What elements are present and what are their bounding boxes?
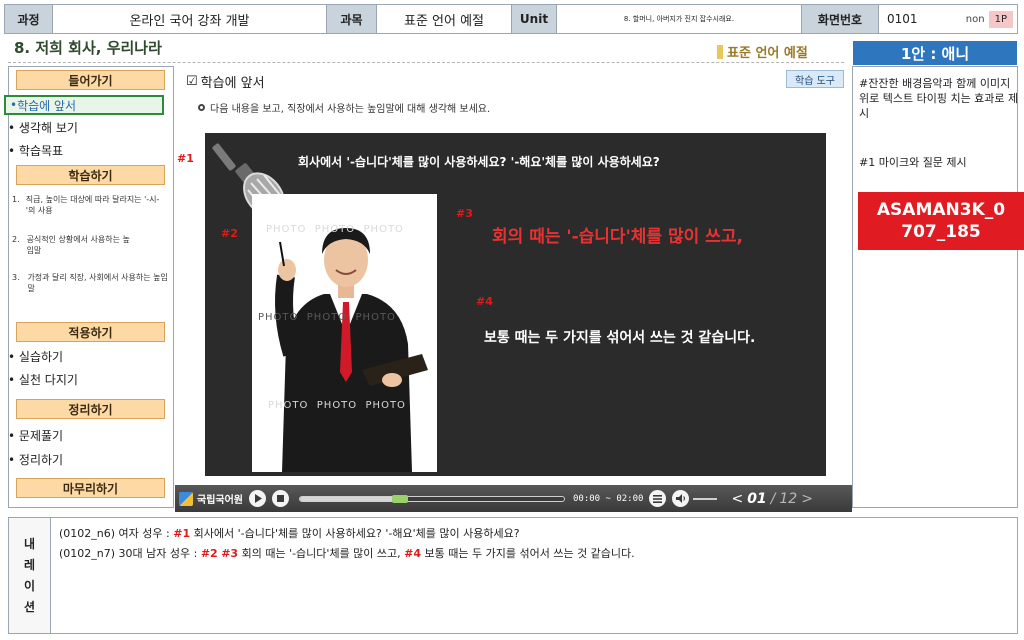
section-heading-label: 학습에 앞서	[200, 76, 265, 91]
item-number: 1.	[12, 195, 20, 204]
brand-logo: 국립국어원	[179, 491, 243, 506]
page-navigator: < 01 / 12 >	[731, 490, 813, 507]
narration-label: 내 레 이 션	[9, 518, 51, 633]
scene-marker-1: #1	[177, 152, 194, 165]
scene-marker-2: #2	[221, 227, 238, 240]
progress-bar[interactable]	[299, 494, 565, 503]
menu-button[interactable]	[649, 490, 667, 507]
watermark-photo: PHOTO PHOTO PHOTO	[258, 312, 396, 323]
menu-item-label: 학습에 앞서	[17, 98, 77, 113]
instruction: 다음 내용을 보고, 직장에서 사용하는 높임말에 대해 생각해 보세요.	[198, 100, 490, 115]
businessman-photo	[252, 194, 437, 472]
bullet-icon	[198, 104, 205, 111]
narration-text: (0102_n6) 여자 성우 : #1 회사에서 '-습니다'체를 많이 사용…	[51, 518, 643, 633]
prev-page-icon[interactable]: <	[731, 491, 743, 507]
scene-marker-4: #4	[476, 295, 493, 308]
note-1: #잔잔한 배경음악과 함께 이미지 위로 텍스트 타이핑 치는 효과로 제시	[859, 77, 1019, 120]
time-display: 00:00 ~ 02:00	[573, 493, 644, 504]
narration-box: 내 레 이 션 (0102_n6) 여자 성우 : #1 회사에서 '-습니다'…	[8, 517, 1018, 634]
media-player-bar: 국립국어원 00:00 ~ 02:00 < 01 / 12 >	[175, 485, 852, 512]
menu-item-learn-1[interactable]: 1. 직급, 높이는 대상에 따라 달라지는 '-시-'의 사용	[12, 194, 164, 216]
unit-label: Unit	[512, 5, 557, 33]
item-number: 3.	[12, 273, 20, 282]
course-label: 과정	[5, 5, 53, 33]
question-caption: 회사에서 '-습니다'체를 많이 사용하세요? '-해요'체를 많이 사용하세요…	[298, 155, 660, 169]
screen-label: 화면번호	[802, 5, 879, 33]
menu-section-closing[interactable]: 마무리하기	[16, 478, 165, 498]
unit-value: 8. 할머니, 아버지가 진지 잡수시래요.	[557, 5, 802, 33]
menu-item-label: 정리하기	[18, 453, 64, 467]
menu-item-label: 실천 다지기	[18, 373, 78, 387]
subject-label: 과목	[327, 5, 377, 33]
menu-item-summary[interactable]: • 정리하기	[8, 451, 63, 468]
menu-item-label: 문제풀기	[18, 429, 64, 443]
menu-item-learn-2[interactable]: 2. 공식적인 상황에서 사용하는 높임말	[12, 234, 134, 256]
notes-panel	[852, 66, 1018, 508]
instruction-text: 다음 내용을 보고, 직장에서 사용하는 높임말에 대해 생각해 보세요.	[210, 104, 491, 115]
menu-section-apply[interactable]: 적용하기	[16, 322, 165, 342]
menu-item-label: 생각해 보기	[18, 121, 78, 135]
businessman-illustration	[275, 228, 428, 472]
screen-number: 0101	[887, 12, 918, 26]
course-value: 온라인 국어 강좌 개발	[53, 5, 327, 33]
stop-icon	[277, 495, 284, 502]
page-title: 8. 저희 회사, 우리나라	[14, 39, 162, 57]
menu-item-reinforce[interactable]: • 실천 다지기	[8, 371, 78, 388]
note-2: #1 마이크와 질문 제시	[859, 156, 967, 169]
menu-item-label: 학습목표	[18, 144, 64, 158]
section-heading: ☑ 학습에 앞서	[186, 72, 265, 91]
play-button[interactable]	[249, 490, 266, 507]
current-page: 01	[747, 490, 767, 507]
title-divider	[8, 62, 844, 63]
volume-slider[interactable]	[693, 497, 718, 500]
brand-label: 국립국어원	[197, 495, 243, 506]
menu-section-learn[interactable]: 학습하기	[16, 165, 165, 185]
plan-title: 1안 : 애니	[853, 41, 1017, 65]
menu-section-summary[interactable]: 정리하기	[16, 399, 165, 419]
study-tools-button[interactable]: 학습 도구	[786, 70, 844, 88]
play-icon	[254, 494, 262, 503]
brand-logo-icon	[179, 491, 193, 506]
volume-button[interactable]	[672, 490, 690, 507]
info-bar: 과정 온라인 국어 강좌 개발 과목 표준 언어 예절 Unit 8. 할머니,…	[4, 4, 1018, 34]
tag-bar-icon	[717, 44, 723, 59]
scene-marker-3: #3	[456, 207, 473, 220]
page-badge: 1P	[988, 10, 1013, 28]
total-pages: 12	[779, 490, 798, 507]
progress-handle[interactable]	[392, 494, 409, 503]
answer-line-white: 보통 때는 두 가지를 섞어서 쓰는 것 같습니다.	[484, 330, 756, 346]
menu-item-quiz[interactable]: • 문제풀기	[8, 427, 63, 444]
subject-tag-label: 표준 언어 예절	[727, 46, 808, 61]
answer-line-red: 회의 때는 '-습니다'체를 많이 쓰고,	[492, 227, 743, 247]
subject-value: 표준 언어 예절	[377, 5, 512, 33]
watermark-photo: PHOTO PHOTO PHOTO	[268, 400, 406, 411]
next-page-icon[interactable]: >	[801, 491, 813, 507]
subject-tag: 표준 언어 예절	[717, 42, 808, 61]
menu-item-label: 가정과 달리 직장, 사회에서 사용하는 높임말	[27, 273, 168, 293]
id-stamp: ASAMAN3K_0707_185	[858, 192, 1024, 250]
non-label: non	[965, 13, 985, 25]
stop-button[interactable]	[272, 490, 289, 507]
progress-fill	[300, 496, 401, 501]
item-number: 2.	[12, 235, 20, 244]
menu-item-learn-3[interactable]: 3. 가정과 달리 직장, 사회에서 사용하는 높임말	[12, 272, 170, 294]
speaker-icon	[675, 494, 685, 503]
watermark-photo: PHOTO PHOTO PHOTO	[266, 224, 404, 235]
menu-item-practice[interactable]: • 실습하기	[8, 348, 63, 365]
narration-line-1: (0102_n6) 여자 성우 : #1 회사에서 '-습니다'체를 많이 사용…	[59, 527, 520, 540]
menu-item-goals[interactable]: • 학습목표	[8, 142, 63, 159]
menu-item-label: 공식적인 상황에서 사용하는 높임말	[26, 235, 130, 255]
menu-item-label: 직급, 높이는 대상에 따라 달라지는 '-시-'의 사용	[25, 195, 160, 215]
list-icon	[653, 494, 663, 503]
menu-item-think[interactable]: • 생각해 보기	[8, 119, 78, 136]
menu-item-label: 실습하기	[18, 350, 64, 364]
narration-line-2: (0102_n7) 30대 남자 성우 : #2 #3 회의 때는 '-습니다'…	[59, 547, 635, 560]
checkbox-icon: ☑	[186, 74, 198, 89]
menu-section-intro[interactable]: 들어가기	[16, 70, 165, 90]
menu-item-before-learning[interactable]: • 학습에 앞서	[4, 95, 164, 115]
screen-number-cell: 0101 non 1P	[879, 5, 1017, 33]
